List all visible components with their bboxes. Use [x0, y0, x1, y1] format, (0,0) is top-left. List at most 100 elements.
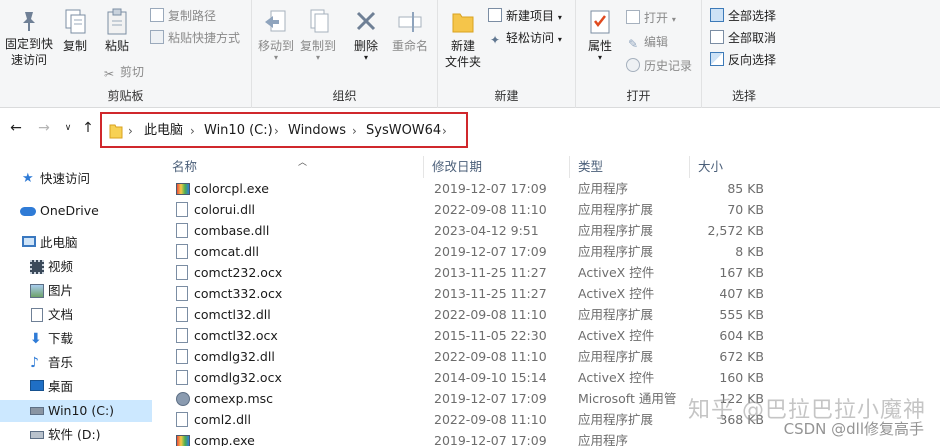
- move-to-button[interactable]: 移动到 ▾: [256, 8, 296, 62]
- cut-button[interactable]: ✂ 剪切: [102, 62, 144, 82]
- pin-label: 固定到快 速访问: [4, 37, 53, 67]
- delete-button[interactable]: 删除 ▾: [348, 8, 384, 62]
- file-row[interactable]: comcat.dll 2019-12-07 17:09 应用程序扩展 8 KB: [172, 241, 940, 262]
- address-bar[interactable]: › 此电脑 › Win10 (C:) › Windows › SysWOW64 …: [100, 112, 468, 148]
- new-group: 新建 文件夹 新建项目 ▾ ✦ 轻松访问 ▾ 新建: [438, 0, 576, 108]
- file-row[interactable]: combase.dll 2023-04-12 9:51 应用程序扩展 2,572 KB: [172, 220, 940, 241]
- file-name: comcat.dll: [194, 244, 259, 259]
- sidebar-item-label: 视频: [48, 259, 74, 274]
- file-row[interactable]: comct232.ocx 2013-11-25 11:27 ActiveX 控件 16…: [172, 262, 940, 283]
- forward-arrow-icon[interactable]: →: [36, 120, 52, 136]
- exe-icon: [176, 435, 190, 446]
- up-arrow-icon[interactable]: ↑: [80, 120, 96, 136]
- breadcrumb-separator-icon[interactable]: ›: [190, 123, 195, 139]
- copy-button[interactable]: 复制: [58, 8, 92, 54]
- drive-icon: [30, 407, 44, 415]
- copy-to-button[interactable]: 复制到 ▾: [298, 8, 338, 62]
- invert-selection-button[interactable]: 反向选择: [710, 50, 776, 70]
- select-all-icon: [710, 8, 724, 22]
- sidebar-item-drive-d[interactable]: 软件 (D:): [0, 424, 152, 446]
- breadcrumb-separator-icon[interactable]: ›: [352, 123, 357, 139]
- sidebar-item-label: 此电脑: [40, 235, 78, 250]
- file-size: 160 KB: [719, 370, 764, 385]
- sidebar-item-label: OneDrive: [40, 203, 99, 218]
- paste-shortcut-button[interactable]: 粘贴快捷方式: [150, 28, 240, 48]
- file-name: combase.dll: [194, 223, 270, 238]
- file-name: colorcpl.exe: [194, 181, 269, 196]
- open-button[interactable]: 打开 ▾: [626, 8, 676, 28]
- file-name: comct332.ocx: [194, 286, 283, 301]
- file-row[interactable]: colorcpl.exe 2019-12-07 17:09 应用程序 85 KB: [172, 178, 940, 199]
- sidebar-item-this-pc[interactable]: 此电脑: [0, 232, 152, 254]
- open-group: 属性 ▾ 打开 ▾ ✎ 编辑 历史记录 打开: [576, 0, 702, 108]
- sidebar-item-label: 软件 (D:): [48, 427, 101, 442]
- breadcrumb-windows[interactable]: Windows: [288, 123, 346, 139]
- recent-locations-chevron-icon[interactable]: ∨: [60, 120, 76, 136]
- file-name: comctl32.dll: [194, 307, 271, 322]
- breadcrumb-syswow64[interactable]: SysWOW64: [366, 123, 441, 139]
- chevron-down-icon: ▾: [273, 53, 278, 62]
- clipboard-icon: [107, 8, 127, 35]
- new-item-button[interactable]: 新建项目 ▾: [488, 6, 562, 26]
- organize-group: 移动到 ▾ 复制到 ▾ 删除 ▾ 重命名 组织: [252, 0, 438, 108]
- ocx-icon: [176, 265, 188, 280]
- edit-icon: ✎: [627, 37, 639, 51]
- edit-button[interactable]: ✎ 编辑: [626, 32, 668, 52]
- ocx-icon: [176, 286, 188, 301]
- column-header-date[interactable]: 修改日期: [424, 156, 570, 178]
- sidebar-item-label: 音乐: [48, 355, 74, 370]
- file-type: 应用程序扩展: [578, 349, 654, 364]
- breadcrumb-separator-icon[interactable]: ›: [128, 123, 133, 139]
- sidebar-item-drive-c[interactable]: Win10 (C:): [0, 400, 152, 422]
- back-arrow-icon[interactable]: ←: [8, 120, 24, 136]
- easy-access-label: 轻松访问: [506, 31, 555, 45]
- file-row[interactable]: comctl32.ocx 2015-11-05 22:30 ActiveX 控件 60…: [172, 325, 940, 346]
- column-header-type[interactable]: 类型: [570, 156, 690, 178]
- file-type: ActiveX 控件: [578, 286, 655, 301]
- open-group-label: 打开: [626, 89, 651, 103]
- column-header-size[interactable]: 大小: [690, 156, 774, 178]
- file-size: 85 KB: [727, 181, 764, 196]
- sidebar-item-onedrive[interactable]: OneDrive: [0, 200, 152, 222]
- breadcrumb-separator-icon[interactable]: ›: [274, 123, 279, 139]
- pin-icon: [23, 12, 35, 31]
- rename-label: 重命名: [391, 39, 428, 53]
- file-size: 70 KB: [727, 202, 764, 217]
- sidebar-item-desktop[interactable]: 桌面: [0, 376, 152, 398]
- copy-path-button[interactable]: 复制路径: [150, 6, 216, 26]
- file-name: comexp.msc: [194, 391, 274, 406]
- picture-icon: [30, 284, 44, 298]
- open-icon: [626, 10, 640, 24]
- sidebar-item-quick-access[interactable]: ★ 快速访问: [0, 168, 152, 190]
- breadcrumb-drive-c[interactable]: Win10 (C:): [204, 123, 273, 139]
- sort-ascending-icon: ︿: [298, 158, 308, 168]
- select-none-button[interactable]: 全部取消: [710, 28, 776, 48]
- properties-button[interactable]: 属性 ▾: [582, 8, 618, 62]
- sidebar-item-downloads[interactable]: ⬇ 下载: [0, 328, 152, 350]
- file-row[interactable]: comct332.ocx 2013-11-25 11:27 ActiveX 控件 40…: [172, 283, 940, 304]
- new-folder-button[interactable]: 新建 文件夹: [442, 8, 484, 70]
- paste-button[interactable]: 粘贴: [98, 8, 136, 54]
- pin-quick-access-button[interactable]: 固定到快 速访问: [2, 8, 56, 68]
- document-icon: [31, 308, 43, 322]
- file-row[interactable]: comdlg32.dll 2022-09-08 11:10 应用程序扩展 672 KB: [172, 346, 940, 367]
- sidebar-item-pictures[interactable]: 图片: [0, 280, 152, 302]
- easy-access-button[interactable]: ✦ 轻松访问 ▾: [488, 28, 562, 48]
- sidebar-item-documents[interactable]: 文档: [0, 304, 152, 326]
- breadcrumb-separator-icon[interactable]: ›: [442, 123, 447, 139]
- sidebar-item-music[interactable]: ♪ 音乐: [0, 352, 152, 374]
- file-row[interactable]: comdlg32.ocx 2014-09-10 15:14 ActiveX 控件 16…: [172, 367, 940, 388]
- select-all-button[interactable]: 全部选择: [710, 6, 776, 26]
- rename-icon: [398, 12, 422, 32]
- breadcrumb-this-pc[interactable]: 此电脑: [144, 123, 183, 139]
- dll-icon: [176, 202, 188, 217]
- file-type: 应用程序: [578, 181, 629, 196]
- history-button[interactable]: 历史记录: [626, 56, 692, 76]
- file-size: 407 KB: [719, 286, 764, 301]
- sidebar-item-videos[interactable]: 视频: [0, 256, 152, 278]
- column-header-name[interactable]: ︿ 名称: [164, 156, 424, 178]
- file-row[interactable]: colorui.dll 2022-09-08 11:10 应用程序扩展 70 KB: [172, 199, 940, 220]
- rename-button[interactable]: 重命名: [388, 8, 432, 54]
- file-name: comct232.ocx: [194, 265, 283, 280]
- file-row[interactable]: comctl32.dll 2022-09-08 11:10 应用程序扩展 555 KB: [172, 304, 940, 325]
